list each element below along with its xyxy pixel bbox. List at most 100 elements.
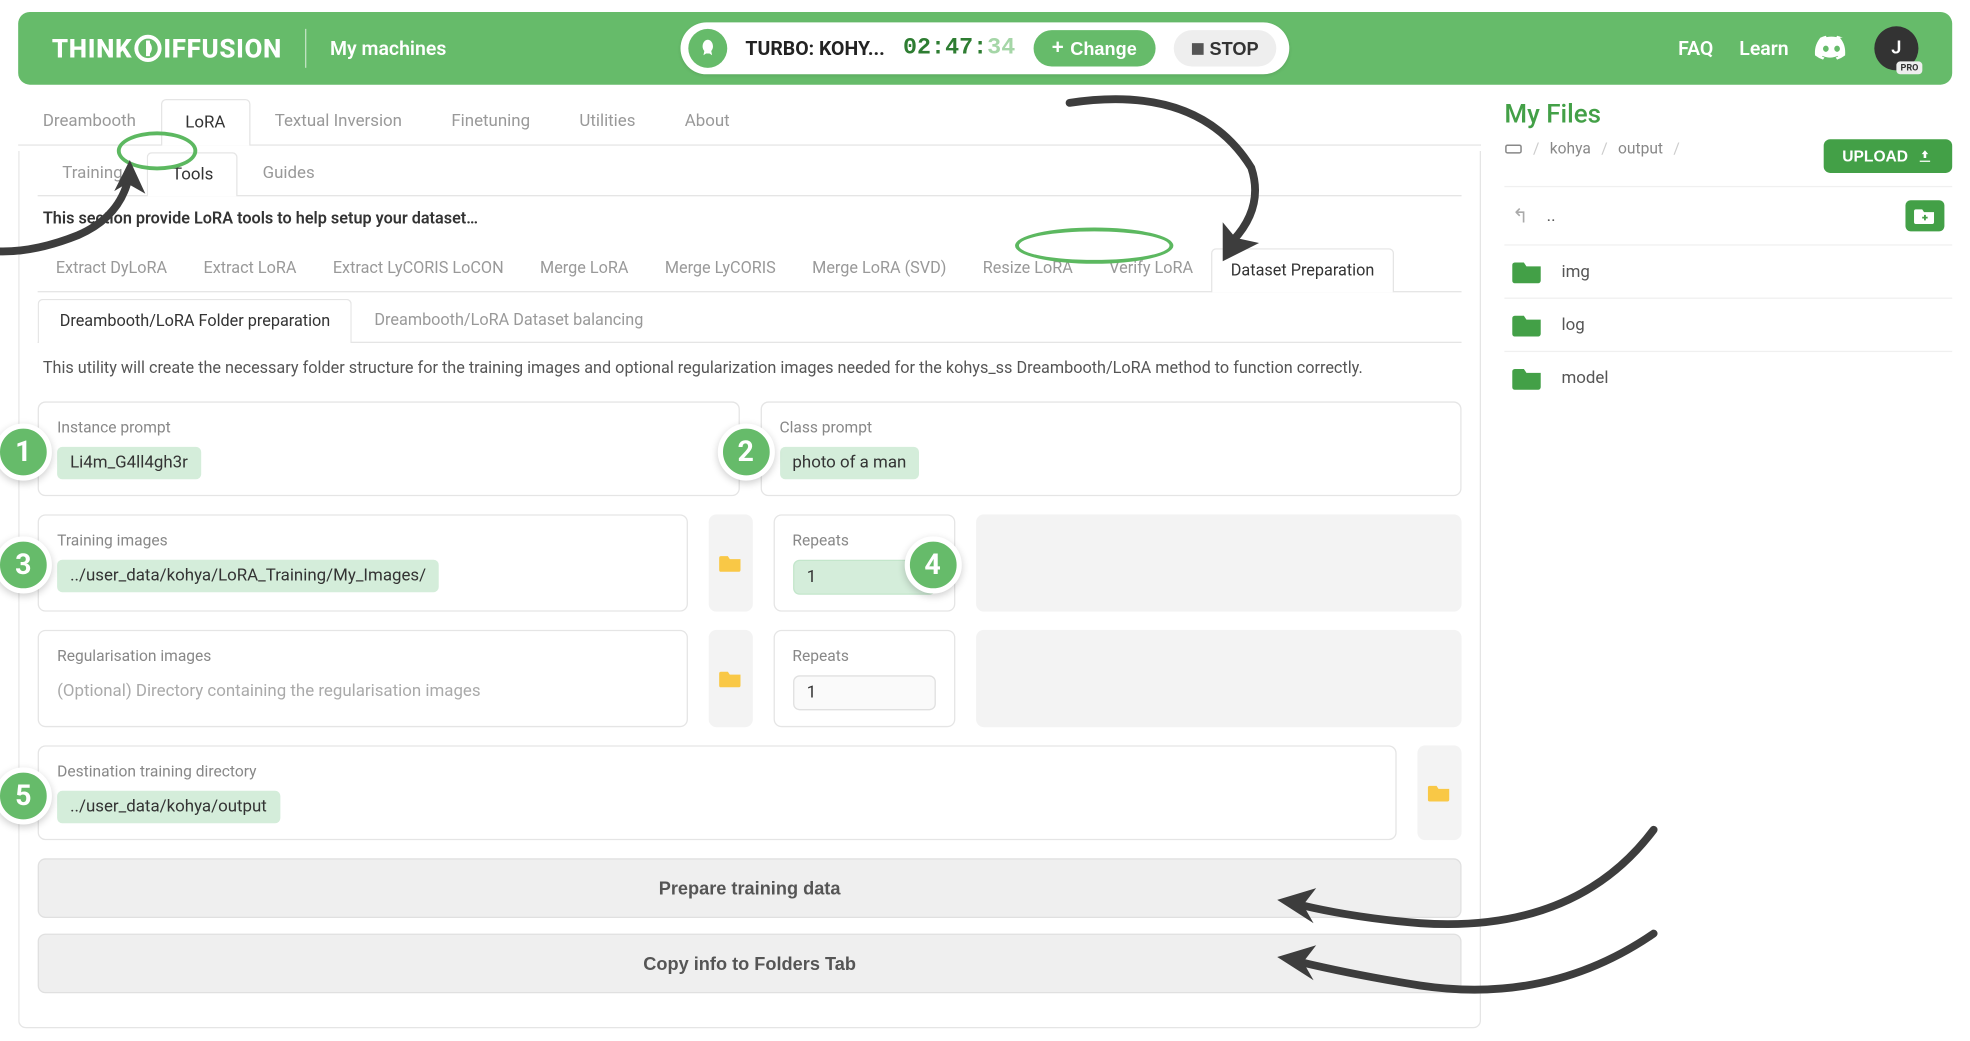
topbar: THINK IFFUSION My machines TURBO: KOHY..… xyxy=(18,12,1952,85)
avatar[interactable]: J PRO xyxy=(1874,26,1918,70)
main-panel: DreamboothLoRATextual InversionFinetunin… xyxy=(18,98,1481,1029)
files-breadcrumb: / kohya / output / xyxy=(1504,139,1679,157)
tool-tabs: Extract DyLoRAExtract LoRAExtract LyCORI… xyxy=(38,247,1462,292)
top-tab-finetuning[interactable]: Finetuning xyxy=(427,98,555,145)
folder-icon xyxy=(1512,259,1543,285)
logo-d-icon xyxy=(134,34,163,63)
files-panel: My Files / kohya / output / UPLOAD ↰ .. … xyxy=(1504,98,1952,404)
tool-tab-extract-lora[interactable]: Extract LoRA xyxy=(185,247,314,291)
file-name: log xyxy=(1561,315,1584,334)
annotation-badge-4: 4 xyxy=(904,536,961,593)
browse-folder-button[interactable] xyxy=(708,630,752,727)
machine-name: TURBO: KOHY... xyxy=(745,37,884,60)
annotation-badge-5: 5 xyxy=(0,767,52,824)
class-prompt-field[interactable]: Class prompt photo of a man 2 xyxy=(760,401,1462,496)
field-value: ../user_data/kohya/output xyxy=(57,791,280,823)
discord-icon[interactable] xyxy=(1815,35,1849,61)
top-tab-dreambooth[interactable]: Dreambooth xyxy=(18,98,160,145)
tool-tab-extract-lycoris-locon[interactable]: Extract LyCORIS LoCON xyxy=(315,247,522,291)
machine-pill: TURBO: KOHY... 02:47:34 +Change STOP xyxy=(681,22,1290,74)
top-tab-about[interactable]: About xyxy=(660,98,754,145)
my-machines-link[interactable]: My machines xyxy=(330,37,446,60)
repeats-field-2[interactable]: Repeats 1 xyxy=(773,630,955,727)
top-tabs: DreamboothLoRATextual InversionFinetunin… xyxy=(18,98,1481,146)
stop-icon xyxy=(1191,43,1203,55)
files-row-model[interactable]: model xyxy=(1504,351,1952,404)
tool-tab-merge-lycoris[interactable]: Merge LyCORIS xyxy=(647,247,794,291)
back-icon: ↰ xyxy=(1512,204,1528,227)
tool-tab-dataset-preparation[interactable]: Dataset Preparation xyxy=(1211,248,1393,292)
folder-icon xyxy=(1428,783,1451,802)
section-description: This section provide LoRA tools to help … xyxy=(38,196,1462,247)
tool-tab-extract-dylora[interactable]: Extract DyLoRA xyxy=(38,247,186,291)
upload-icon xyxy=(1916,148,1934,164)
top-tab-lora[interactable]: LoRA xyxy=(161,99,250,146)
sub-tab-training[interactable]: Training xyxy=(38,151,148,195)
repeats-field-1[interactable]: Repeats 1 4 xyxy=(773,514,955,611)
files-row-img[interactable]: img xyxy=(1504,244,1952,297)
field-value: 1 xyxy=(792,675,935,710)
top-tab-textual-inversion[interactable]: Textual Inversion xyxy=(250,98,427,145)
browse-folder-button[interactable] xyxy=(1417,745,1461,840)
field-value: photo of a man xyxy=(779,447,919,479)
spacer xyxy=(975,630,1461,727)
tool-tab-verify-lora[interactable]: Verify LoRA xyxy=(1091,247,1211,291)
destination-directory-field[interactable]: Destination training directory ../user_d… xyxy=(38,745,1397,840)
files-title: My Files xyxy=(1504,98,1952,129)
field-label: Repeats xyxy=(792,647,935,665)
timer: 02:47:34 xyxy=(903,35,1015,61)
inner-tabs: Dreambooth/LoRA Folder preparationDreamb… xyxy=(38,298,1462,343)
field-label: Training images xyxy=(57,531,668,549)
breadcrumb-item[interactable]: kohya xyxy=(1550,139,1591,157)
breadcrumb-item[interactable]: output xyxy=(1618,139,1663,157)
sub-tab-guides[interactable]: Guides xyxy=(238,151,339,195)
sub-tabs: TrainingToolsGuides xyxy=(38,151,1462,196)
spacer xyxy=(975,514,1461,611)
field-label: Destination training directory xyxy=(57,762,1377,780)
field-label: Regularisation images xyxy=(57,647,668,665)
logo-separator xyxy=(305,29,306,68)
annotation-badge-2: 2 xyxy=(717,423,774,480)
learn-link[interactable]: Learn xyxy=(1739,37,1788,60)
instance-prompt-field[interactable]: Instance prompt Li4m_G4ll4gh3r 1 xyxy=(38,401,740,496)
logo-thin: IFFUSION xyxy=(163,33,282,64)
parent-dir-label: .. xyxy=(1547,206,1556,225)
drive-icon xyxy=(1504,141,1522,157)
logo[interactable]: THINK IFFUSION xyxy=(52,33,282,64)
rocket-icon xyxy=(688,29,727,68)
folder-icon xyxy=(718,553,741,572)
tool-tab-merge-lora-svd-[interactable]: Merge LoRA (SVD) xyxy=(794,247,965,291)
tool-tab-merge-lora[interactable]: Merge LoRA xyxy=(522,247,647,291)
top-tab-utilities[interactable]: Utilities xyxy=(555,98,660,145)
browse-folder-button[interactable] xyxy=(708,514,752,611)
files-row-log[interactable]: log xyxy=(1504,298,1952,351)
stop-button[interactable]: STOP xyxy=(1173,30,1277,66)
file-name: model xyxy=(1561,368,1608,387)
new-folder-button[interactable] xyxy=(1905,200,1944,231)
inner-tab-dreambooth-lora-dataset-balancing[interactable]: Dreambooth/LoRA Dataset balancing xyxy=(352,298,665,342)
training-images-field[interactable]: Training images ../user_data/kohya/LoRA_… xyxy=(38,514,688,611)
sub-tab-tools[interactable]: Tools xyxy=(147,152,238,196)
logo-thick: THINK xyxy=(52,33,132,64)
field-placeholder: (Optional) Directory containing the regu… xyxy=(57,675,668,707)
field-label: Instance prompt xyxy=(57,418,720,436)
files-parent-row[interactable]: ↰ .. xyxy=(1504,186,1952,244)
regularisation-images-field[interactable]: Regularisation images (Optional) Directo… xyxy=(38,630,688,727)
folder-icon xyxy=(1512,365,1543,391)
avatar-badge: PRO xyxy=(1897,61,1923,74)
change-button[interactable]: +Change xyxy=(1033,30,1155,66)
field-value: ../user_data/kohya/LoRA_Training/My_Imag… xyxy=(57,560,439,592)
folder-icon xyxy=(1512,312,1543,338)
prepare-training-data-button[interactable]: Prepare training data xyxy=(38,858,1462,918)
field-value: Li4m_G4ll4gh3r xyxy=(57,447,201,479)
inner-tab-dreambooth-lora-folder-preparation[interactable]: Dreambooth/LoRA Folder preparation xyxy=(38,299,353,343)
faq-link[interactable]: FAQ xyxy=(1678,37,1713,60)
annotation-badge-3: 3 xyxy=(0,536,52,593)
annotation-badge-1: 1 xyxy=(0,423,52,480)
utility-description: This utility will create the necessary f… xyxy=(38,343,1462,401)
field-label: Class prompt xyxy=(779,418,1442,436)
tool-tab-resize-lora[interactable]: Resize LoRA xyxy=(965,247,1091,291)
upload-button[interactable]: UPLOAD xyxy=(1824,139,1952,173)
copy-info-to-folders-button[interactable]: Copy info to Folders Tab xyxy=(38,934,1462,994)
folder-icon xyxy=(718,669,741,688)
